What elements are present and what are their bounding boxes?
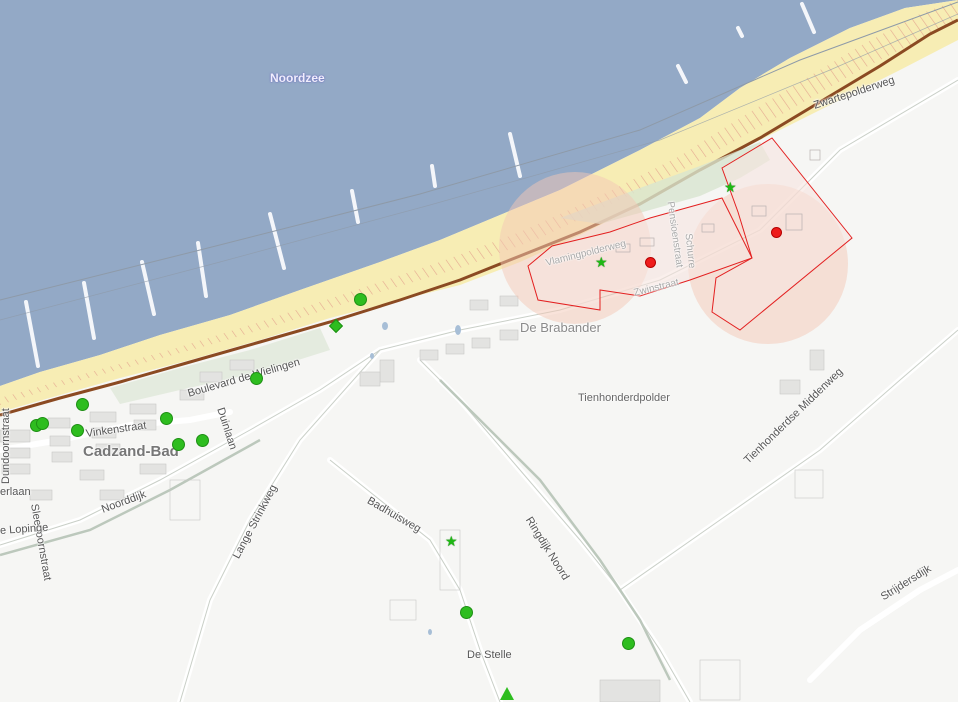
green-dot-icon[interactable] — [460, 606, 473, 619]
label-polder: Tienhonderdpolder — [578, 392, 670, 404]
label-street-erlaan: erlaan — [0, 486, 31, 498]
green-dot-icon[interactable] — [160, 412, 173, 425]
green-dot-icon[interactable] — [172, 438, 185, 451]
green-star-icon[interactable]: ★ — [595, 255, 608, 269]
label-village: De Stelle — [467, 649, 512, 661]
green-triangle-icon[interactable] — [500, 687, 514, 700]
green-dot-icon[interactable] — [354, 293, 367, 306]
red-dot-icon[interactable] — [645, 257, 656, 268]
green-dot-icon[interactable] — [622, 637, 635, 650]
label-town: Cadzand-Bad — [83, 443, 179, 460]
green-dot-icon[interactable] — [71, 424, 84, 437]
label-sea: Noordzee — [270, 71, 325, 85]
green-star-icon[interactable]: ★ — [724, 180, 737, 194]
green-dot-icon[interactable] — [36, 417, 49, 430]
green-star-icon[interactable]: ★ — [445, 534, 458, 548]
green-dot-icon[interactable] — [250, 372, 263, 385]
green-dot-icon[interactable] — [196, 434, 209, 447]
map-view[interactable]: Noordzee Cadzand-Bad De Brabander Tienho… — [0, 0, 958, 702]
label-district: De Brabander — [520, 320, 601, 335]
label-street-dundoornstraat: Dundoornstraat — [0, 408, 12, 484]
red-dot-icon[interactable] — [771, 227, 782, 238]
